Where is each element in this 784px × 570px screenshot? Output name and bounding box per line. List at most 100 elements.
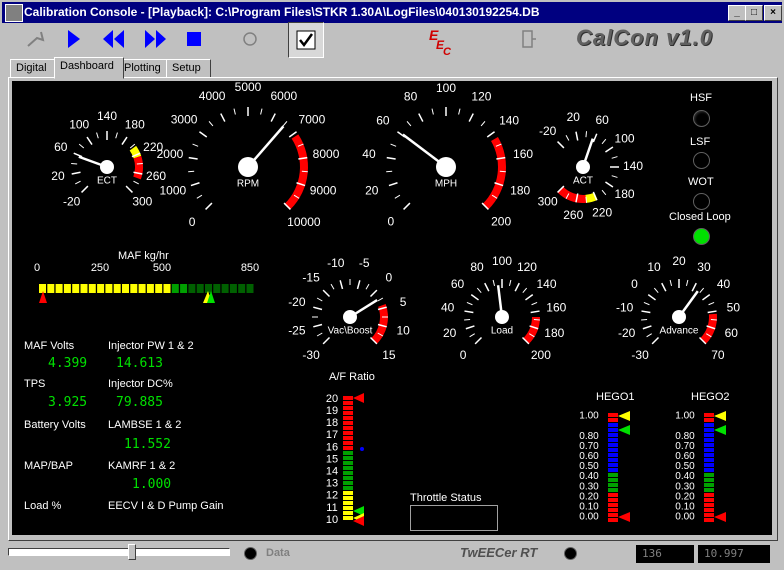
gauge-rpm-tick: [260, 108, 263, 115]
af-ratio-segment: [343, 461, 353, 465]
af-ratio-tick-label: 15: [326, 453, 338, 465]
gauge-rpm-tick-label: 3000: [171, 113, 198, 127]
hego2-segment: [704, 508, 714, 512]
stop-button[interactable]: [180, 25, 208, 53]
battery-volts-label: Battery Volts: [24, 419, 86, 431]
af-ratio-segment: [343, 476, 353, 480]
gauge-act-tick: [611, 156, 618, 159]
maf-bar-segment: [39, 284, 46, 293]
hego1-segment: [608, 438, 618, 442]
tab-dashboard[interactable]: Dashboard: [54, 57, 124, 79]
hego2-segment: [704, 498, 714, 502]
tps-label: TPS: [24, 378, 46, 390]
hego2-segment: [704, 473, 714, 477]
hego1-tick-label: 0.00: [579, 512, 599, 523]
fast-forward-button[interactable]: [142, 25, 170, 53]
gauge-ect-tick-label: 60: [54, 140, 68, 154]
play-button[interactable]: [60, 25, 88, 53]
app-icon[interactable]: [5, 4, 23, 22]
close-button[interactable]: ×: [764, 5, 782, 21]
gauge-load-tick: [492, 279, 496, 287]
gauge-rpm-tick: [199, 131, 208, 138]
gauge-mph-tick: [480, 121, 486, 127]
gauge-vac-tick: [365, 283, 370, 290]
exit-door-icon[interactable]: [514, 25, 542, 53]
gauge-vac-tick: [356, 280, 361, 290]
maf-tick-label: 850: [241, 262, 259, 274]
gauge-advance-tick-label: -20: [618, 326, 636, 340]
hego2-segment: [704, 428, 714, 432]
lsf-indicator-led: [693, 152, 710, 169]
data-label: Data: [266, 547, 290, 559]
tab-setup[interactable]: Setup: [166, 59, 211, 78]
gauge-load-tick: [464, 310, 474, 314]
hego2-segment: [704, 448, 714, 452]
maf-tick-label: 250: [91, 262, 109, 274]
gauge-rpm-tick-label: 2000: [157, 147, 184, 161]
af-ratio-tick-label: 14: [326, 466, 338, 478]
hego1-segment: [608, 508, 618, 512]
tab-digital[interactable]: Digital: [10, 59, 60, 78]
hego2-segment: [704, 418, 714, 422]
gauge-vac-tick-label: 15: [382, 348, 396, 362]
gauge-ect-tick: [96, 132, 99, 139]
gauge-load-tick-label: 100: [492, 254, 512, 268]
gauge-rpm-tick-label: 9000: [310, 184, 337, 198]
gauge-advance-tick: [669, 279, 673, 287]
af-ratio-segment: [343, 506, 353, 510]
af-ratio-tick-label: 18: [326, 417, 338, 429]
hego2-segment: [704, 413, 714, 417]
gauge-act-tick: [557, 141, 565, 149]
hego2-segment: [704, 443, 714, 447]
gauge-vac-zone-0: [371, 304, 389, 344]
record-button[interactable]: [236, 25, 264, 53]
gauge-load-label: Load: [491, 326, 513, 337]
gauge-ect-tick: [75, 180, 81, 185]
gauge-ect-tick: [81, 185, 89, 193]
af-ratio-segment: [343, 446, 353, 450]
af-ratio-tick-label: 16: [326, 441, 338, 453]
gauge-rpm-tick-label: 10000: [287, 215, 321, 229]
hego2-current-marker: [714, 425, 726, 435]
gauge-act-tick: [585, 131, 588, 138]
playback-position-slider[interactable]: [8, 548, 230, 556]
gauge-load-tick: [474, 336, 483, 345]
hego1-segment: [608, 433, 618, 437]
gauge-mph-tick: [394, 194, 401, 199]
gauge-advance-tick-label: -10: [616, 301, 634, 315]
minimize-button[interactable]: _: [728, 5, 746, 21]
gauge-rpm-tick: [233, 108, 236, 115]
gauge-act-tick: [605, 181, 614, 188]
hsf-label: HSF: [690, 92, 712, 104]
gauge-ect-tick-label: 20: [51, 169, 65, 183]
hego2-segment: [704, 483, 714, 487]
gauge-mph-tick: [418, 113, 424, 122]
rewind-button[interactable]: [100, 25, 128, 53]
hego2-segment: [704, 488, 714, 492]
maf-bar-segment: [246, 284, 254, 293]
af-ratio-segment: [343, 411, 353, 415]
gauge-rpm-tick: [196, 194, 203, 199]
gauge-rpm-label: RPM: [237, 179, 259, 190]
gauge-vac: -30 -25 -20 -15 -10 -5 05 1015 Vac\Boost: [288, 256, 410, 362]
playback-slider-thumb[interactable]: [128, 544, 136, 560]
gauge-mph-tick-label: 60: [376, 113, 390, 127]
tab-plotting[interactable]: Plotting: [118, 59, 172, 78]
gauge-mph-tick-label: 100: [436, 81, 456, 95]
injector-dc-value: 79.885: [116, 395, 163, 410]
open-file-icon[interactable]: [22, 25, 50, 53]
maf-bar-segment: [130, 284, 138, 293]
maf-bar-segment: [55, 284, 63, 293]
gauge-load-tick-label: 0: [460, 348, 467, 362]
gauge-act-tick: [585, 196, 588, 203]
check-toggle-button[interactable]: [288, 22, 324, 58]
map-bap-label: MAP/BAP: [24, 460, 73, 472]
gauge-vac-tick: [313, 323, 323, 328]
hego2-segment: [704, 493, 714, 497]
hego2-segment: [704, 518, 714, 522]
af-ratio-segment: [343, 471, 353, 475]
af-ratio-segment: [343, 516, 353, 520]
af-ratio-segment: [343, 431, 353, 435]
maximize-button[interactable]: □: [745, 5, 763, 21]
gauge-vac-tick-label: -10: [327, 256, 345, 270]
